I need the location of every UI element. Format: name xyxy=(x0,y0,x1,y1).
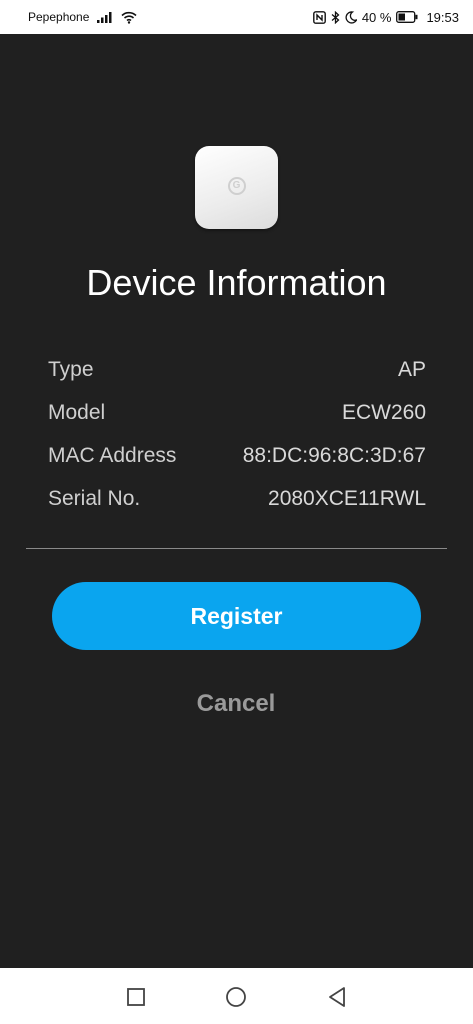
battery-percent: 40 % xyxy=(361,9,392,25)
info-label: Model xyxy=(48,400,106,424)
carrier-name: Pepephone xyxy=(28,10,90,24)
info-label: Serial No. xyxy=(48,486,141,510)
battery-icon xyxy=(396,11,418,23)
info-value: AP xyxy=(397,357,426,381)
navigation-bar xyxy=(0,968,473,1024)
page-title: Device Information xyxy=(86,262,387,303)
info-row-mac-address: MAC Address 88:DC:96:8C:3D:67 xyxy=(48,434,426,477)
status-bar: Pepephone 40 % 19:53 xyxy=(0,0,473,34)
back-icon[interactable] xyxy=(326,986,348,1008)
info-row-serial-no: Serial No. 2080XCE11RWL xyxy=(48,477,426,520)
wifi-icon xyxy=(121,11,137,24)
nfc-icon xyxy=(312,10,326,24)
home-icon[interactable] xyxy=(225,986,247,1008)
brand-logo-icon: G xyxy=(227,176,246,195)
clock: 19:53 xyxy=(426,9,459,25)
info-row-type: Type AP xyxy=(48,348,426,391)
info-value: ECW260 xyxy=(341,400,426,424)
signal-icon xyxy=(97,11,113,23)
device-info-table: Type AP Model ECW260 MAC Address 88:DC:9… xyxy=(48,348,426,520)
recent-apps-icon[interactable] xyxy=(125,986,147,1008)
register-button[interactable]: Register xyxy=(52,582,421,650)
do-not-disturb-icon xyxy=(345,10,357,24)
cancel-button[interactable]: Cancel xyxy=(136,684,336,724)
info-label: Type xyxy=(48,357,94,381)
info-value: 88:DC:96:8C:3D:67 xyxy=(242,443,426,467)
divider xyxy=(26,548,447,549)
device-registration-screen: Pepephone 40 % 19:53 G Device Informatio… xyxy=(0,0,473,1024)
info-value: 2080XCE11RWL xyxy=(268,486,426,510)
info-label: MAC Address xyxy=(48,443,177,467)
device-image: G xyxy=(195,146,278,229)
info-row-model: Model ECW260 xyxy=(48,391,426,434)
bluetooth-icon xyxy=(331,10,340,24)
